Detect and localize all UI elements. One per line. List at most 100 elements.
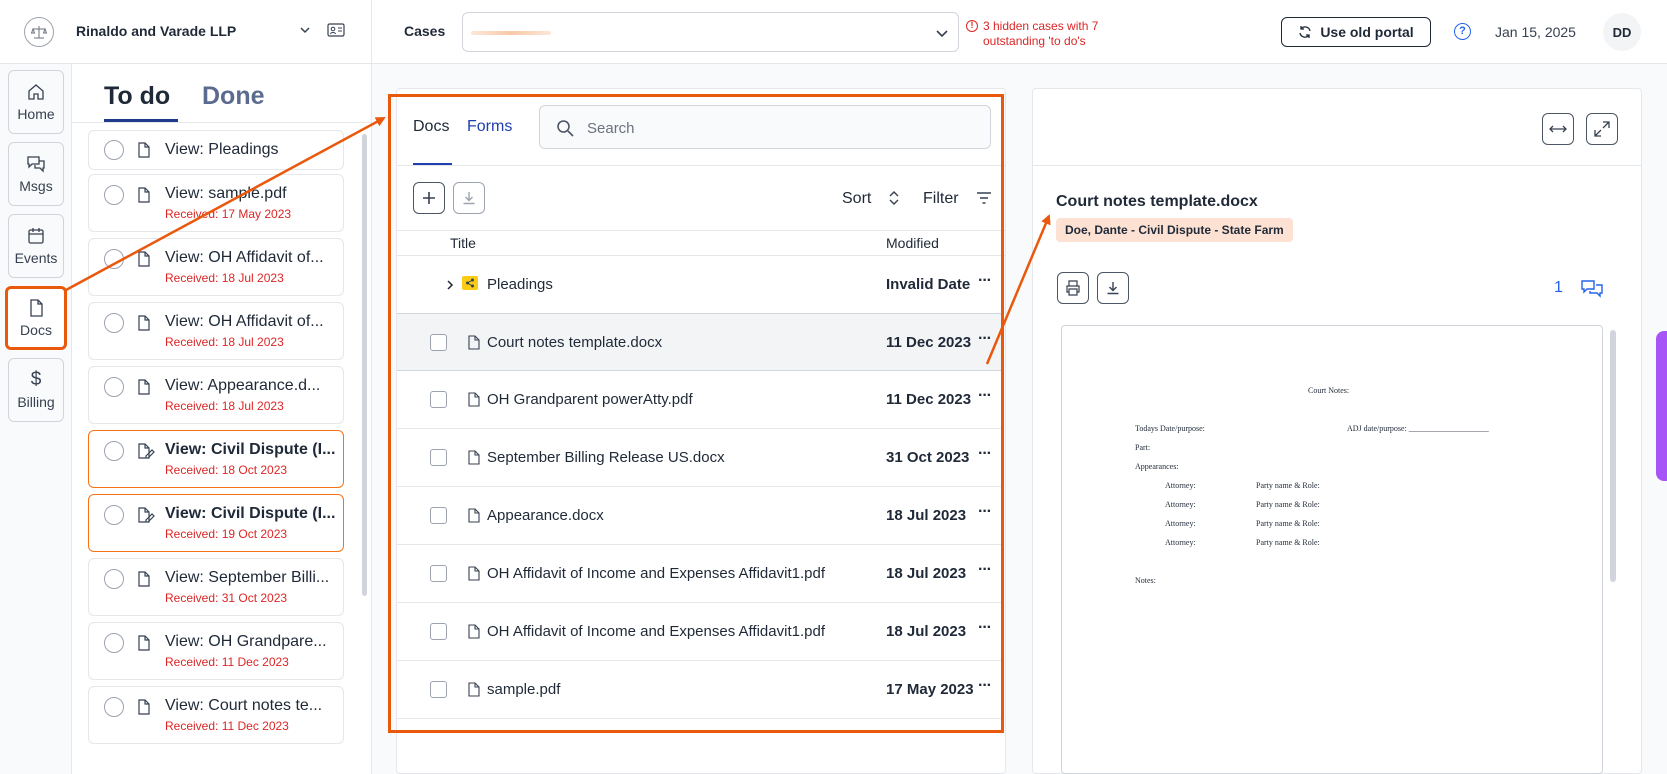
todo-title: View: OH Grandpare... — [165, 633, 327, 650]
todo-item[interactable]: View: Pleadings — [88, 130, 344, 170]
todo-checkbox[interactable] — [104, 505, 124, 525]
printer-icon — [1066, 280, 1080, 296]
todo-received: Received: 31 Oct 2023 — [165, 591, 288, 605]
todo-checkbox[interactable] — [104, 377, 124, 397]
comments-icon[interactable] — [1581, 280, 1603, 298]
todo-item[interactable]: View: OH Affidavit of... Received: 18 Ju… — [88, 302, 344, 360]
expand-icon — [1594, 121, 1610, 137]
expand-width-button[interactable] — [1542, 113, 1574, 145]
chevron-down-icon — [936, 30, 948, 38]
doc-part: Part: — [1135, 443, 1151, 452]
document-sign-icon — [138, 443, 155, 459]
download-icon — [1107, 282, 1119, 295]
todo-item[interactable]: View: September Billi... Received: 31 Oc… — [88, 558, 344, 616]
tab-done[interactable]: Done — [202, 82, 265, 111]
doc-party: Party name & Role: — [1256, 538, 1320, 547]
firm-logo — [24, 17, 54, 47]
doc-heading: Court Notes: — [1308, 386, 1350, 395]
nav-events[interactable]: Events — [8, 214, 64, 278]
doc-party: Party name & Role: — [1256, 500, 1320, 509]
comment-count[interactable]: 1 — [1554, 279, 1563, 297]
top-header: Rinaldo and Varade LLP Cases ! 3 hidden … — [0, 0, 1667, 64]
document-preview[interactable]: Court Notes: Todays Date/purpose: ADJ da… — [1061, 325, 1603, 774]
nav-home-label: Home — [17, 106, 55, 122]
nav-msgs-label: Msgs — [19, 178, 53, 194]
todo-item[interactable]: View: OH Affidavit of... Received: 18 Ju… — [88, 238, 344, 296]
todo-checkbox[interactable] — [104, 249, 124, 269]
left-nav: Home Msgs Events Docs $ Billing — [0, 64, 72, 774]
todo-scrollbar[interactable] — [362, 134, 367, 596]
todo-item[interactable]: View: OH Grandpare... Received: 11 Dec 2… — [88, 622, 344, 680]
todo-item[interactable]: View: sample.pdf Received: 17 May 2023 — [88, 174, 344, 232]
preview-header-divider — [1033, 165, 1641, 166]
doc-adj-date: ADJ date/purpose: ____________________ — [1347, 424, 1489, 433]
todo-title: View: Civil Dispute (I... — [165, 505, 336, 522]
document-icon — [30, 299, 43, 317]
doc-attorney: Attorney: — [1165, 481, 1196, 490]
todo-checkbox[interactable] — [104, 441, 124, 461]
todo-title: View: Civil Dispute (I... — [165, 441, 336, 458]
help-icon[interactable]: ? — [1454, 23, 1471, 40]
todo-checkbox[interactable] — [104, 313, 124, 333]
fullscreen-button[interactable] — [1586, 113, 1618, 145]
nav-docs[interactable]: Docs — [5, 286, 67, 350]
side-tab[interactable] — [1656, 331, 1667, 481]
todo-item[interactable]: View: Court notes te... Received: 11 Dec… — [88, 686, 344, 744]
todo-received: Received: 19 Oct 2023 — [165, 527, 288, 541]
refresh-icon — [1299, 26, 1311, 38]
todo-panel: To do Done View: Pleadings View: sample.… — [72, 64, 372, 774]
todo-checkbox[interactable] — [104, 140, 124, 160]
nav-events-label: Events — [14, 250, 58, 266]
case-badge: Doe, Dante - Civil Dispute - State Farm — [1056, 218, 1293, 242]
document-icon — [138, 699, 150, 715]
todo-item[interactable]: View: Appearance.d... Received: 18 Jul 2… — [88, 366, 344, 424]
todo-checkbox[interactable] — [104, 569, 124, 589]
home-icon — [28, 84, 44, 100]
nav-msgs[interactable]: Msgs — [8, 142, 64, 206]
todo-checkbox[interactable] — [104, 185, 124, 205]
document-icon — [138, 142, 150, 158]
document-icon — [138, 635, 150, 651]
document-icon — [138, 315, 150, 331]
calendar-icon — [28, 228, 44, 244]
hidden-cases-text: 3 hidden cases with 7 outstanding 'to do… — [983, 19, 1099, 48]
hidden-cases-warning[interactable]: ! 3 hidden cases with 7 outstanding 'to … — [966, 19, 1116, 49]
todo-received: Received: 18 Jul 2023 — [165, 399, 284, 413]
header-divider — [371, 0, 372, 64]
todo-title: View: sample.pdf — [165, 185, 287, 202]
firm-name: Rinaldo and Varade LLP — [76, 23, 237, 39]
todo-item[interactable]: View: Civil Dispute (I... Received: 19 O… — [88, 494, 344, 552]
document-icon — [138, 251, 150, 267]
doc-attorney: Attorney: — [1165, 538, 1196, 547]
doc-todays-date: Todays Date/purpose: — [1135, 424, 1205, 433]
scales-icon — [31, 26, 47, 39]
chevron-down-icon[interactable] — [297, 22, 313, 38]
todo-title: View: OH Affidavit of... — [165, 249, 324, 266]
docs-panel-highlight — [388, 94, 1004, 733]
doc-attorney: Attorney: — [1165, 519, 1196, 528]
messages-icon — [27, 156, 45, 173]
todo-received: Received: 18 Jul 2023 — [165, 271, 284, 285]
alert-icon: ! — [966, 20, 978, 32]
horizontal-arrows-icon — [1549, 125, 1567, 133]
print-button[interactable] — [1057, 272, 1089, 304]
use-old-portal-button[interactable]: Use old portal — [1281, 17, 1431, 47]
document-icon — [138, 187, 150, 203]
preview-scrollbar[interactable] — [1610, 330, 1616, 582]
doc-appearances: Appearances: — [1135, 462, 1179, 471]
cases-label: Cases — [404, 23, 446, 39]
todo-received: Received: 18 Jul 2023 — [165, 335, 284, 349]
todo-title: View: Appearance.d... — [165, 377, 321, 394]
current-date: Jan 15, 2025 — [1495, 24, 1576, 40]
nav-home[interactable]: Home — [8, 70, 64, 134]
download-button[interactable] — [1097, 272, 1129, 304]
avatar[interactable]: DD — [1603, 13, 1641, 51]
cases-select[interactable] — [462, 12, 959, 52]
todo-checkbox[interactable] — [104, 633, 124, 653]
todo-item[interactable]: View: Civil Dispute (I... Received: 18 O… — [88, 430, 344, 488]
nav-billing[interactable]: $ Billing — [8, 358, 64, 422]
tab-todo[interactable]: To do — [104, 82, 170, 111]
todo-checkbox[interactable] — [104, 697, 124, 717]
contact-card-icon[interactable] — [327, 23, 345, 37]
todo-received: Received: 11 Dec 2023 — [165, 719, 289, 733]
